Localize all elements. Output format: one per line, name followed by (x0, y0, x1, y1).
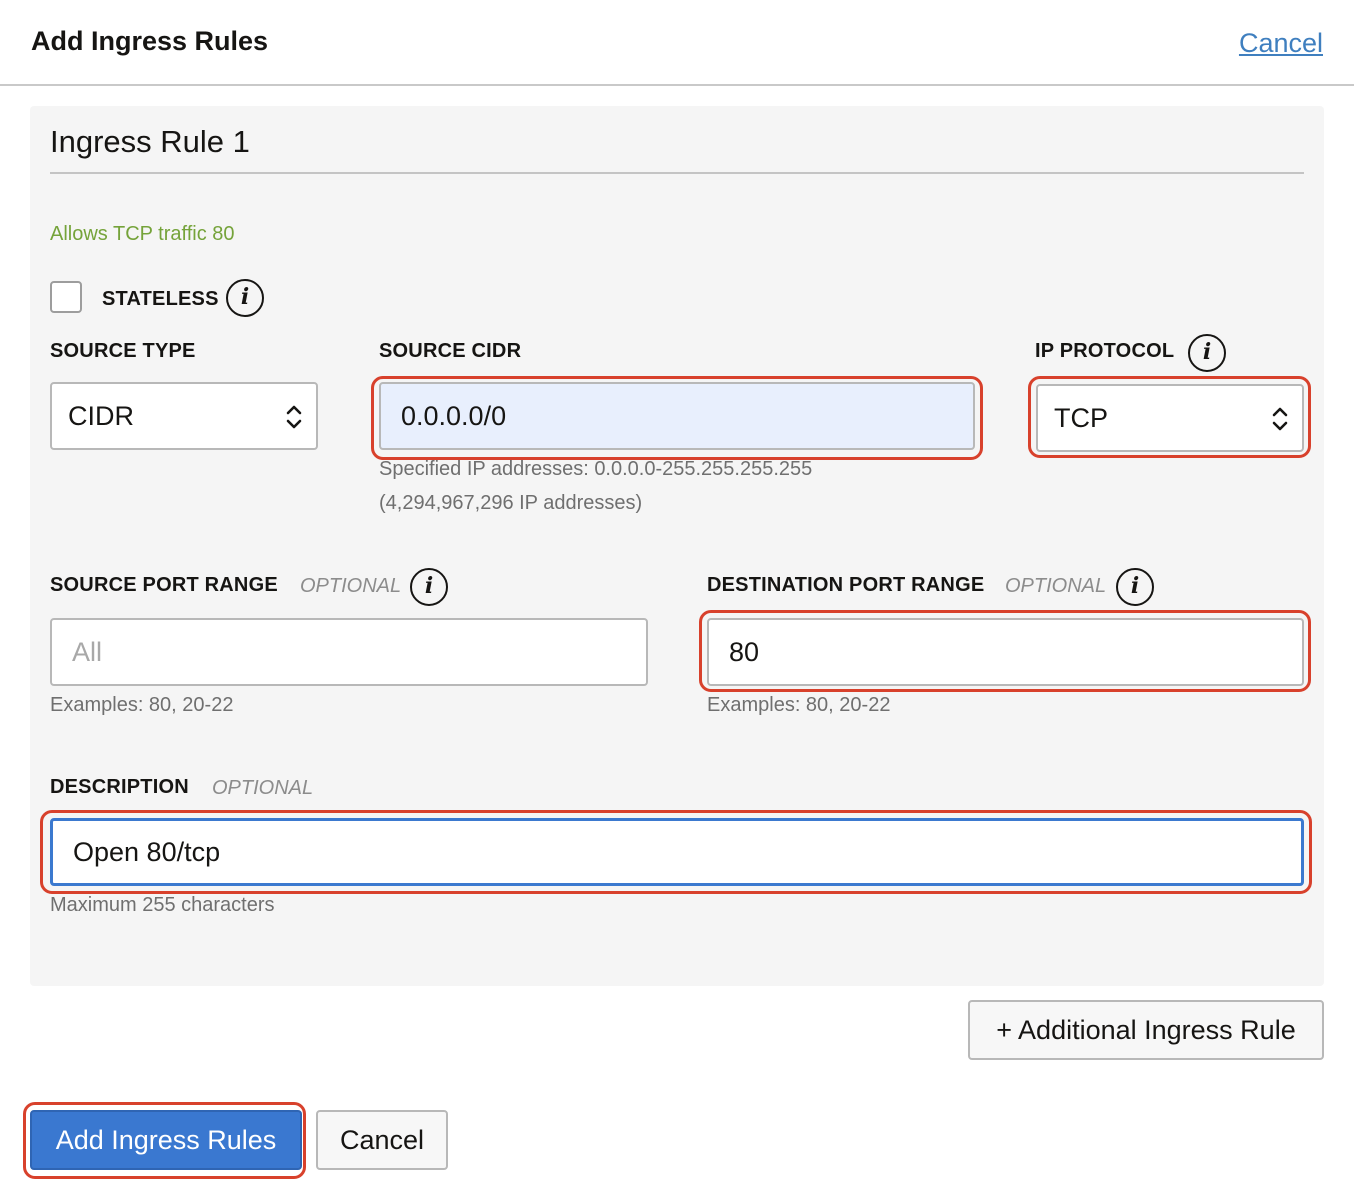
source-port-range-optional: OPTIONAL (300, 575, 402, 597)
description-hint: Maximum 255 characters (50, 894, 275, 916)
source-cidr-label: SOURCE CIDR (379, 340, 522, 362)
chevron-up-down-icon (1272, 407, 1288, 431)
stateless-label: STATELESS (102, 288, 219, 310)
rule-summary: Allows TCP traffic 80 (50, 223, 235, 245)
source-port-range-info-icon[interactable]: i (410, 568, 448, 606)
source-port-range-input[interactable]: All (50, 618, 648, 686)
source-port-range-hint: Examples: 80, 20-22 (50, 694, 234, 716)
add-ingress-rules-button[interactable]: Add Ingress Rules (30, 1110, 302, 1170)
additional-ingress-rule-button[interactable]: + Additional Ingress Rule (968, 1000, 1324, 1060)
rule-divider (50, 172, 1304, 174)
source-cidr-hint-count: (4,294,967,296 IP addresses) (379, 492, 643, 514)
destination-port-range-info-icon[interactable]: i (1116, 568, 1154, 606)
chevron-up-down-icon (286, 405, 302, 429)
rule-title: Ingress Rule 1 (50, 124, 250, 159)
cancel-button[interactable]: Cancel (316, 1110, 448, 1170)
source-type-select[interactable]: CIDR (50, 382, 318, 450)
ip-protocol-select[interactable]: TCP (1036, 384, 1304, 452)
destination-port-range-hint: Examples: 80, 20-22 (707, 694, 891, 716)
source-port-range-label: SOURCE PORT RANGE (50, 574, 278, 596)
source-cidr-hint-range: Specified IP addresses: 0.0.0.0-255.255.… (379, 458, 813, 480)
header-cancel-link[interactable]: Cancel (1239, 28, 1323, 59)
source-type-label: SOURCE TYPE (50, 340, 196, 362)
dialog-header: Add Ingress Rules Cancel (0, 0, 1354, 86)
dialog-title: Add Ingress Rules (31, 26, 269, 56)
ip-protocol-info-icon[interactable]: i (1188, 334, 1226, 372)
ip-protocol-value: TCP (1054, 403, 1108, 433)
description-label: DESCRIPTION (50, 776, 189, 798)
source-type-value: CIDR (68, 401, 134, 431)
ingress-rule-panel: Ingress Rule 1 Allows TCP traffic 80 STA… (30, 106, 1324, 986)
description-optional: OPTIONAL (212, 777, 314, 799)
destination-port-range-optional: OPTIONAL (1005, 575, 1107, 597)
source-cidr-input[interactable]: 0.0.0.0/0 (379, 382, 975, 450)
destination-port-range-input[interactable]: 80 (707, 618, 1304, 686)
description-input[interactable]: Open 80/tcp (50, 818, 1304, 886)
stateless-checkbox[interactable] (50, 281, 82, 313)
destination-port-range-label: DESTINATION PORT RANGE (707, 574, 985, 596)
stateless-info-icon[interactable]: i (226, 279, 264, 317)
ip-protocol-label: IP PROTOCOL (1035, 340, 1175, 362)
